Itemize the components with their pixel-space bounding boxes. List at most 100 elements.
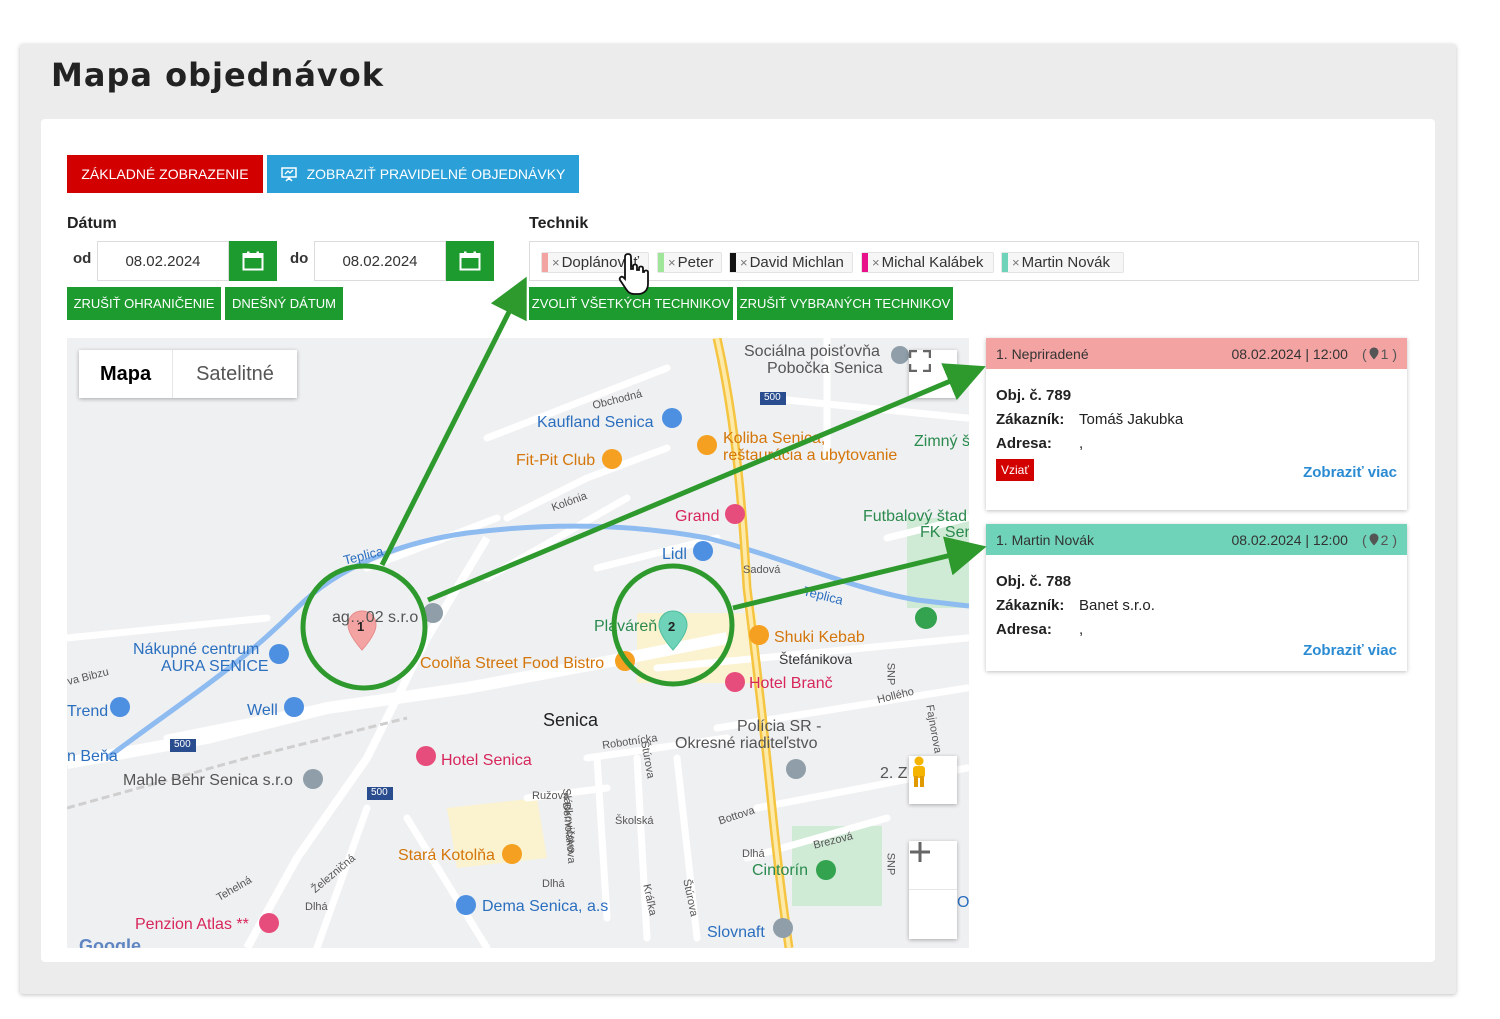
remove-icon[interactable]: × [1012,255,1020,270]
technician-color [862,253,868,272]
customer-value: Tomáš Jakubka [1079,410,1184,428]
order-pin-count: 1 [1380,345,1389,362]
date-to-input[interactable] [314,241,446,281]
map-label: Hotel Senica [441,752,532,769]
page-title: Mapa objednávok [51,56,385,94]
select-all-technicians-button[interactable]: ZVOLIŤ VŠETKÝCH TECHNIKOV [529,287,733,320]
map-label: Zimný š [914,433,969,450]
map-label: Pobočka Senica [767,360,883,377]
technician-label: Technik [529,215,589,232]
map-label: Polícia SR - [737,718,822,735]
orders-map[interactable]: 1 2 Sociálna poisťovňa Pobočka Senica Ob… [67,338,969,948]
clear-limit-button[interactable]: ZRUŠIŤ OHRANIČENIE [67,287,221,320]
map-label: Hotel Branč [749,675,833,692]
date-from-label: od [73,250,92,267]
order-pin-count: 2 [1380,531,1389,548]
date-to-calendar-button[interactable] [446,241,494,281]
take-order-button[interactable]: Vziať [996,459,1034,481]
order-number: Obj. č. 788 [996,572,1072,590]
technician-color [730,253,736,272]
street-label: Štefánikova [779,651,853,667]
city-label: Senica [543,710,599,730]
map-type-satellite-button[interactable]: Satelitné [173,350,297,398]
address-value: , [1079,434,1084,452]
street-view-button[interactable] [909,756,957,804]
address-key: Adresa: [996,434,1052,452]
map-label: Cintorín [752,862,809,879]
map-type-map-button[interactable]: Mapa [79,350,173,398]
date-label: Dátum [67,215,117,232]
customer-key: Zákazník: [996,596,1065,614]
map-label: Grand [675,508,720,525]
technician-chip[interactable]: × Martin Novák [1001,252,1124,273]
customer-value: Banet s.r.o. [1079,596,1155,614]
zoom-out-button[interactable] [909,850,957,939]
order-card-header: 1. Nepriradené 08.02.2024 | 12:00 ( 1 ) [986,338,1407,369]
street-label: Dlhá [305,901,328,913]
map-label: n Beňa [67,748,118,765]
map-label: Slovnaft [707,924,765,941]
map-label: reštaurácia a ubytovanie [723,447,898,464]
street-label: Sadová [743,564,781,576]
show-regular-orders-button[interactable]: ZOBRAZIŤ PRAVIDELNÉ OBJEDNÁVKY [267,155,579,193]
map-type-toggle: Mapa Satelitné [79,350,297,398]
calendar-icon [459,251,481,271]
today-button[interactable]: DNEŠNÝ DÁTUM [225,287,343,320]
map-pin-icon [1369,347,1379,360]
street-label: SNP [884,662,897,686]
technician-color [658,253,664,272]
map-label: Koliba Senica, [723,430,826,447]
pegman-icon [913,756,925,787]
order-number: Obj. č. 789 [996,386,1072,404]
show-more-link[interactable]: Zobraziť viac [1303,642,1397,659]
map-label: Penzion Atlas ** [135,916,249,933]
map-label: Coolňa Street Food Bistro [420,655,605,672]
map-label: Trend [67,703,109,720]
remove-icon[interactable]: × [740,255,748,270]
map-label: Plaváreň [594,618,658,635]
road-number: 500 [174,739,191,750]
technician-chip[interactable]: × Michal Kalábek [861,252,994,273]
google-logo: Google [79,936,141,948]
order-card-title: 1. Martin Novák [996,531,1095,548]
basic-view-button[interactable]: ZÁKLADNÉ ZOBRAZENIE [67,155,263,193]
remove-icon[interactable]: × [668,255,676,270]
show-more-link[interactable]: Zobraziť viac [1303,464,1397,481]
fullscreen-button[interactable] [909,350,957,398]
map-label: FK Sen [920,524,969,541]
customer-key: Zákazník: [996,410,1065,428]
street-label: SNP [884,852,897,876]
map-label: O [957,894,969,911]
technician-select[interactable]: × Doplánovať × Peter × David Michlan × M… [529,241,1419,281]
minus-icon [910,850,930,854]
road-number: 500 [371,787,388,798]
technician-color [1002,253,1008,272]
order-card: 1. Martin Novák 08.02.2024 | 12:00 ( 2 )… [986,524,1407,671]
date-from-calendar-button[interactable] [229,241,277,281]
technician-chip[interactable]: × David Michlan [729,252,853,273]
map-pin-icon [1369,533,1379,546]
fullscreen-icon [909,350,931,372]
order-card: 1. Nepriradené 08.02.2024 | 12:00 ( 1 ) … [986,338,1407,510]
clear-selected-technicians-button[interactable]: ZRUŠIŤ VYBRANÝCH TECHNIKOV [737,287,953,320]
address-value: , [1079,620,1084,638]
show-regular-orders-label: ZOBRAZIŤ PRAVIDELNÉ OBJEDNÁVKY [306,166,566,182]
map-label: Dema Senica, a.s [482,898,609,915]
map-label: Fit-Pit Club [516,452,596,469]
order-datetime: 08.02.2024 | 12:00 [1231,531,1348,548]
date-to-label: do [290,250,309,267]
street-label: Dlhá [542,878,565,890]
presentation-icon [280,166,297,182]
order-card-body: Obj. č. 788 Zákazník: Banet s.r.o. Adresa… [986,555,1407,671]
date-from-input[interactable] [97,241,229,281]
technician-chip[interactable]: × Doplánovať [541,252,649,273]
remove-icon[interactable]: × [872,255,880,270]
address-key: Adresa: [996,620,1052,638]
map-label: Sociálna poisťovňa [744,343,880,360]
map-label: ag…02 s.r.o [332,609,419,626]
remove-icon[interactable]: × [552,255,560,270]
map-label: Nákupné centrum [133,641,260,658]
map-label: AURA SENICE [161,658,269,675]
technician-chip[interactable]: × Peter [657,252,722,273]
map-label: Lidl [662,546,687,563]
